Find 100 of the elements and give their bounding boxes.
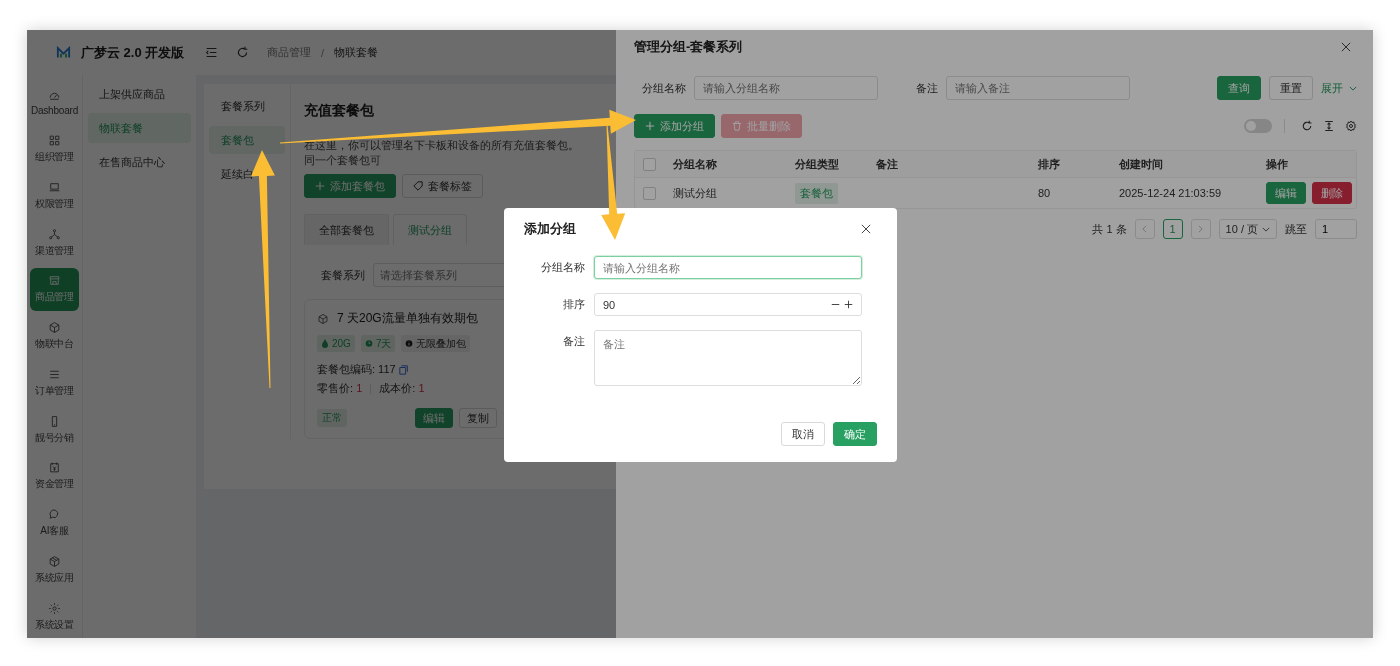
table-cell-text: 80 — [1037, 187, 1052, 199]
reset-button[interactable]: 重置 — [1269, 76, 1313, 100]
group-name-field[interactable]: 请输入分组名称 — [594, 256, 862, 279]
table-cell-text: 测试分组 — [672, 185, 718, 201]
page-number[interactable]: 1 — [1162, 219, 1183, 239]
toggle-switch[interactable] — [1244, 119, 1272, 133]
search-field[interactable]: 请输入备注 — [946, 76, 1130, 100]
nav-item[interactable]: Dashboard — [30, 81, 79, 124]
breadcrumb-separator: / — [321, 46, 325, 59]
cube-icon — [48, 321, 61, 335]
trash-icon — [732, 121, 742, 131]
breadcrumb-item: 物联套餐 — [334, 45, 379, 60]
order-number-field[interactable]: 90 — [594, 293, 862, 316]
cost-price: 成本价: 1 — [379, 381, 425, 396]
remark-field[interactable]: 备注 — [594, 330, 862, 386]
edit-button[interactable]: 编辑 — [415, 408, 453, 428]
plus-icon — [645, 121, 655, 131]
filter-label: 套餐系列 — [321, 267, 365, 283]
close-icon[interactable] — [1341, 42, 1351, 52]
nav-item[interactable]: 权限管理 — [30, 174, 79, 218]
package-name: 7 天20G流量单独有效期包 — [337, 310, 478, 327]
delete-button[interactable]: 删除 — [1312, 182, 1352, 204]
total-count: 共 1 条 — [1092, 221, 1127, 237]
nav-item[interactable]: 资金管理 — [30, 455, 79, 498]
field-label: 分组名称 — [540, 260, 585, 275]
laptop-icon — [48, 180, 61, 194]
confirm-button[interactable]: 确定 — [833, 422, 877, 446]
submenu-item[interactable]: 在售商品中心 — [88, 147, 191, 177]
page-size-select[interactable]: 10 / 页 — [1218, 219, 1277, 239]
nav-item[interactable]: 组织管理 — [30, 127, 79, 171]
cube-icon — [317, 312, 329, 325]
subnav-item[interactable]: 套餐包 — [209, 126, 285, 154]
calendar-icon — [48, 461, 61, 475]
package-code: 套餐包编码: 117 — [317, 362, 396, 377]
column-header: 备注 — [875, 156, 899, 172]
brand-name: 广梦云 2.0 开发版 — [81, 43, 185, 62]
plus-icon[interactable] — [844, 300, 853, 309]
copy-icon[interactable] — [398, 364, 409, 375]
nav-item[interactable]: 物联中台 — [30, 314, 79, 358]
add-group-button[interactable]: 添加分组 — [634, 114, 715, 138]
query-button[interactable]: 查询 — [1217, 76, 1261, 100]
search-label: 分组名称 — [641, 80, 686, 96]
column-header: 分组类型 — [794, 156, 840, 172]
jump-label: 跳至 — [1285, 221, 1307, 237]
info-icon — [405, 339, 414, 348]
nav-item[interactable]: 商品管理 — [30, 268, 79, 311]
chevron-down-icon — [1349, 85, 1357, 91]
field-value: 90 — [603, 298, 616, 311]
tag-icon — [413, 181, 423, 191]
search-field[interactable]: 请输入分组名称 — [694, 76, 878, 100]
subnav-item[interactable]: 延续白 — [209, 160, 285, 188]
nav-item[interactable]: 靓号分销 — [30, 408, 79, 451]
subnav-item[interactable]: 套餐系列 — [209, 92, 285, 120]
nav-item[interactable]: 系统应用 — [30, 548, 79, 592]
package-tag: 7天 — [360, 335, 396, 352]
submenu-item[interactable]: 上架供应商品 — [88, 79, 191, 109]
column-header: 操作 — [1265, 156, 1289, 172]
group-tab[interactable]: 测试分组 — [393, 214, 467, 245]
nav-item[interactable]: 系统设置 — [30, 595, 79, 638]
nav-item[interactable]: AI客服 — [30, 501, 79, 545]
submenu-item[interactable]: 物联套餐 — [88, 113, 191, 143]
refresh-icon[interactable] — [1301, 120, 1313, 132]
page-title: 充值套餐包 — [304, 102, 375, 120]
chat-icon — [48, 508, 61, 522]
nav-item[interactable]: 订单管理 — [30, 361, 79, 405]
jump-field[interactable]: 1 — [1315, 219, 1357, 239]
settings-icon — [48, 601, 61, 615]
network-icon — [48, 227, 61, 241]
add-package-button[interactable]: 添加套餐包 — [304, 174, 396, 198]
clock-icon — [364, 339, 373, 348]
nav-item[interactable]: 渠道管理 — [30, 221, 79, 264]
drop-icon — [321, 339, 329, 348]
settings-icon[interactable] — [1345, 120, 1357, 132]
row-checkbox[interactable] — [643, 186, 656, 200]
retail-price: 零售价: 1 — [317, 381, 363, 396]
grid-icon — [48, 134, 61, 148]
chevron-right-icon — [1198, 225, 1204, 233]
table-cell-text: 2025-12-24 21:03:59 — [1118, 187, 1223, 199]
refresh-icon[interactable] — [236, 46, 249, 59]
search-label: 备注 — [915, 80, 938, 96]
copy-button[interactable]: 复制 — [459, 408, 497, 428]
dialog-title: 添加分组 — [524, 220, 576, 238]
group-tab[interactable]: 全部套餐包 — [304, 214, 389, 245]
cancel-button[interactable]: 取消 — [781, 422, 825, 446]
logo-icon — [56, 46, 71, 59]
close-icon[interactable] — [861, 224, 871, 234]
column-header: 分组名称 — [672, 156, 718, 172]
menu-fold-icon[interactable] — [205, 46, 218, 59]
store-icon — [48, 274, 61, 288]
box-icon — [48, 554, 61, 568]
status-tag: 正常 — [317, 409, 347, 427]
package-tags-button[interactable]: 套餐标签 — [402, 174, 483, 198]
column-height-icon[interactable] — [1323, 120, 1335, 132]
edit-button[interactable]: 编辑 — [1266, 182, 1306, 204]
column-header: 排序 — [1037, 156, 1061, 172]
chevron-left-icon — [1142, 225, 1148, 233]
chevron-down-icon — [1262, 226, 1270, 232]
plus-icon — [315, 181, 325, 191]
select-all-checkbox[interactable] — [643, 157, 656, 171]
expand-link[interactable]: 展开 — [1321, 80, 1357, 96]
